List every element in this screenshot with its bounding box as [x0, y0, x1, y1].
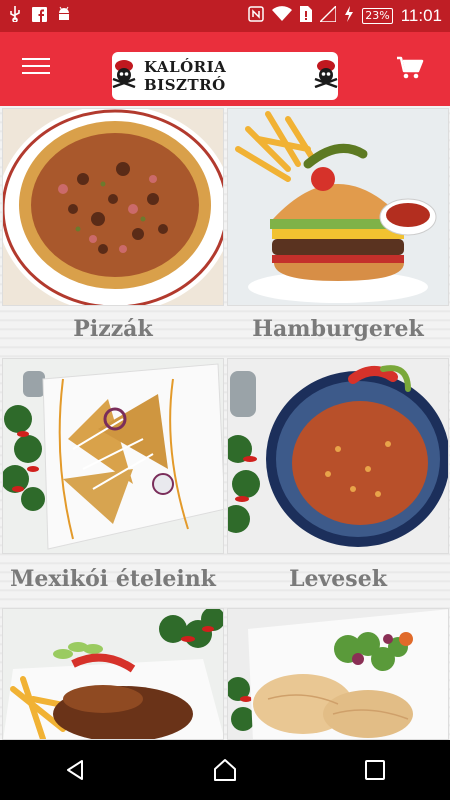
app-bar: KALÓRIA BISZTRÓ — [0, 32, 450, 106]
back-icon[interactable] — [55, 750, 95, 790]
pizza-photo — [2, 108, 224, 306]
chicken-breast-photo — [227, 608, 449, 740]
recents-icon[interactable] — [355, 750, 395, 790]
navigation-bar — [0, 740, 450, 800]
category-label: Pizzák — [73, 316, 153, 342]
battery-level: 23% — [362, 8, 393, 24]
chef-skull-icon — [314, 60, 338, 92]
wifi-icon — [272, 6, 293, 26]
soup-photo — [227, 358, 449, 554]
category-tile-pizza[interactable]: Pizzák — [2, 108, 224, 356]
hamburger-photo — [227, 108, 449, 306]
category-label: Hamburgerek — [252, 316, 424, 342]
nfc-icon — [248, 6, 265, 26]
category-tile-mexican[interactable]: Mexikói ételeink — [2, 358, 224, 606]
home-icon[interactable] — [205, 750, 245, 790]
clock: 11:01 — [400, 6, 442, 25]
battery-charging-icon — [344, 6, 354, 26]
signal-icon — [318, 4, 337, 26]
category-tile-chicken[interactable] — [227, 608, 449, 740]
sim-icon — [300, 6, 313, 26]
category-label: Levesek — [289, 566, 387, 592]
hamburger-menu-icon[interactable] — [22, 58, 50, 78]
status-right-icons: 23% 11:01 — [248, 4, 442, 26]
category-tile-hamburger[interactable]: Hamburgerek — [227, 108, 449, 356]
status-bar: 23% 11:01 — [0, 0, 450, 32]
quesadilla-photo — [2, 358, 224, 554]
android-icon — [57, 6, 71, 26]
brand-logo: KALÓRIA BISZTRÓ — [112, 52, 338, 100]
chef-skull-icon — [112, 60, 136, 92]
shopping-cart-icon[interactable] — [396, 56, 430, 82]
brand-name: KALÓRIA BISZTRÓ — [144, 58, 227, 94]
category-tile-grilled-meat[interactable] — [2, 608, 224, 740]
status-left-icons — [8, 6, 71, 26]
grilled-meat-photo — [2, 608, 224, 740]
usb-icon — [8, 6, 22, 26]
category-grid: Pizzák Hamburgerek Mexikói ételeink Leve… — [0, 106, 450, 740]
category-label: Mexikói ételeink — [10, 566, 216, 592]
facebook-icon — [32, 6, 47, 26]
category-tile-soup[interactable]: Levesek — [227, 358, 449, 606]
